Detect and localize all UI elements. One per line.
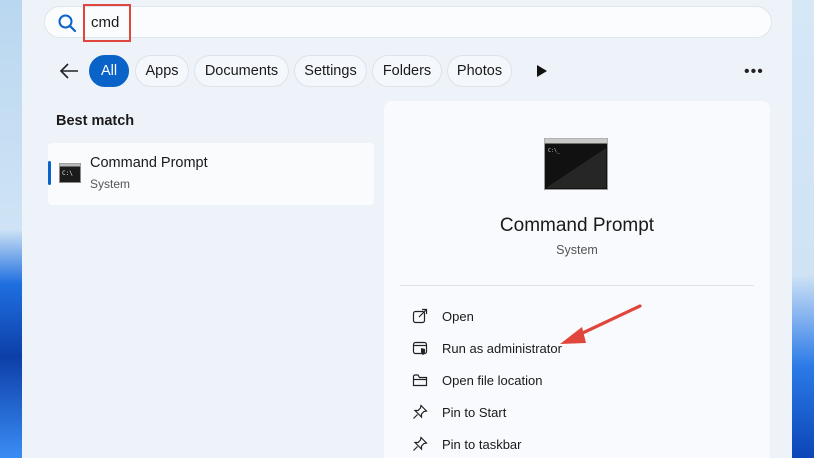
annotation-arrow-icon (560, 304, 642, 344)
admin-shield-icon (412, 341, 428, 355)
details-app-type: System (556, 243, 598, 257)
result-command-prompt[interactable]: C:\ Command Prompt System (48, 143, 374, 205)
play-more-filters-icon[interactable] (536, 64, 548, 78)
action-label: Open (442, 309, 474, 324)
filter-label: Folders (382, 63, 432, 79)
action-open-file-location[interactable]: Open file location (408, 366, 738, 394)
divider (400, 285, 754, 286)
result-name: Command Prompt (90, 155, 208, 171)
search-box[interactable]: cmd (44, 4, 772, 42)
action-label: Pin to Start (442, 405, 507, 420)
more-options-icon[interactable]: ••• (744, 64, 764, 80)
filter-label: Apps (145, 63, 179, 79)
folder-icon (412, 374, 428, 387)
filter-label: All (100, 63, 118, 79)
terminal-icon: C:\ (59, 163, 81, 183)
pin-icon (413, 436, 428, 451)
action-label: Open file location (442, 373, 543, 388)
action-pin-to-start[interactable]: Pin to Start (408, 398, 738, 426)
filter-all[interactable]: All (89, 55, 129, 87)
open-external-icon (412, 308, 428, 324)
svg-text:C:\_: C:\_ (548, 148, 561, 154)
best-match-heading: Best match (56, 113, 135, 129)
filter-label: Photos (456, 63, 503, 79)
action-label: Pin to taskbar (442, 437, 522, 452)
filter-photos[interactable]: Photos (447, 55, 512, 87)
result-type: System (90, 177, 131, 191)
search-icon (58, 14, 77, 33)
filter-label: Documents (204, 63, 279, 79)
search-input[interactable]: cmd (83, 4, 131, 42)
terminal-icon: C:\_ (544, 138, 608, 190)
action-pin-to-taskbar[interactable]: Pin to taskbar (408, 430, 738, 458)
desktop-wallpaper-right (792, 0, 814, 458)
desktop-wallpaper-left (0, 0, 22, 458)
start-search-panel: cmd All Apps Documents Settings Folders … (22, 0, 792, 458)
filter-label: Settings (304, 63, 357, 79)
action-label: Run as administrator (442, 341, 562, 356)
svg-text:C:\: C:\ (62, 170, 73, 177)
filter-documents[interactable]: Documents (194, 55, 289, 87)
filter-folders[interactable]: Folders (372, 55, 442, 87)
filter-settings[interactable]: Settings (294, 55, 367, 87)
details-pane: C:\_ Command Prompt System Open Run as a… (384, 101, 770, 458)
selection-indicator (48, 161, 51, 185)
filter-apps[interactable]: Apps (135, 55, 189, 87)
pin-icon (413, 404, 428, 419)
details-app-name: Command Prompt (499, 215, 655, 236)
back-arrow-icon[interactable] (58, 60, 80, 82)
